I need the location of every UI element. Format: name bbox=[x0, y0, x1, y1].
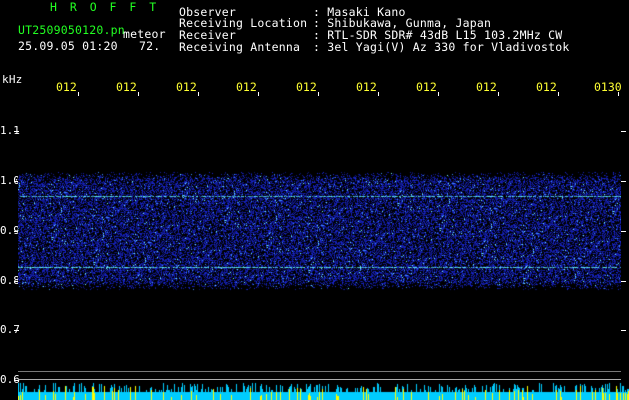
baseline-line bbox=[18, 371, 621, 372]
x-tick-mark bbox=[198, 92, 199, 96]
antenna-value: : 3el Yagi(V) Az 330 for Vladivostok bbox=[313, 40, 570, 54]
x-tick-label: 012 bbox=[536, 80, 557, 94]
x-tick-label: 012 bbox=[236, 80, 257, 94]
x-tick-mark bbox=[258, 92, 259, 96]
y-tick-mark bbox=[621, 281, 626, 282]
signal-strength-bar bbox=[18, 382, 629, 400]
x-tick-mark bbox=[558, 92, 559, 96]
program-title: H R O F F T bbox=[50, 0, 160, 14]
spectrogram bbox=[18, 171, 621, 291]
x-tick-label: 012 bbox=[116, 80, 137, 94]
x-tick-label: 012 bbox=[416, 80, 437, 94]
x-tick-label: 012 bbox=[296, 80, 317, 94]
x-tick-mark bbox=[78, 92, 79, 96]
x-tick-mark bbox=[378, 92, 379, 96]
x-tick-mark bbox=[618, 92, 619, 96]
x-tick-mark bbox=[138, 92, 139, 96]
y-tick-mark bbox=[621, 131, 626, 132]
y-tick-mark bbox=[621, 231, 626, 232]
x-tick-mark bbox=[318, 92, 319, 96]
x-tick-label: 012 bbox=[356, 80, 377, 94]
x-tick-label: 012 bbox=[176, 80, 197, 94]
y-tick-mark bbox=[14, 380, 19, 381]
y-tick-mark bbox=[621, 181, 626, 182]
x-tick-mark bbox=[498, 92, 499, 96]
x-tick-label: 012 bbox=[476, 80, 497, 94]
x-tick-mark bbox=[438, 92, 439, 96]
y-tick-mark bbox=[14, 131, 19, 132]
count: 72. bbox=[139, 39, 161, 53]
y-tick-mark bbox=[14, 330, 19, 331]
axis-unit: kHz bbox=[2, 73, 23, 86]
y-tick-mark bbox=[621, 330, 626, 331]
datetime: 25.09.05 01:20 bbox=[18, 39, 118, 53]
baseline-line bbox=[18, 379, 621, 380]
antenna-label: Receiving Antenna bbox=[179, 40, 301, 54]
filename: UT2509050120.pn bbox=[18, 23, 125, 37]
x-tick-label: 012 bbox=[56, 80, 77, 94]
